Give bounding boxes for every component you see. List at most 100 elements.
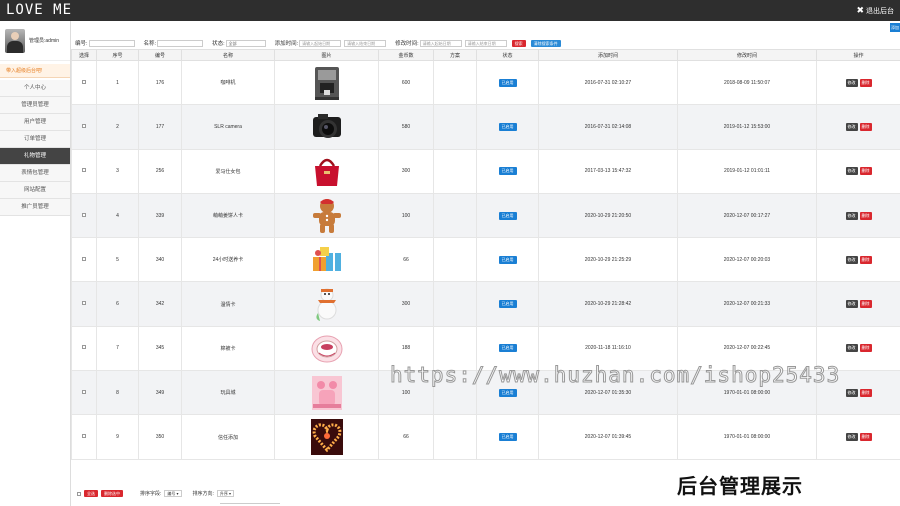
delete-button[interactable]: 删除 — [859, 300, 872, 309]
sidebar-item-promoters[interactable]: 推广员管理 — [0, 199, 70, 216]
name-cell: 玩具城 — [181, 370, 275, 416]
edit-button[interactable]: 修改 — [845, 255, 858, 264]
status-badge[interactable]: 已启用 — [498, 344, 517, 353]
name-cell: 棉被卡 — [181, 325, 275, 372]
reset-filter-button[interactable]: 清除搜索条件 — [530, 39, 561, 47]
status-badge[interactable]: 已启用 — [498, 122, 517, 131]
seq-cell: 7 — [96, 325, 139, 372]
row-select-cell — [71, 237, 97, 283]
sidebar-item-emoji[interactable]: 表情包管理 — [0, 165, 70, 182]
row-checkbox[interactable] — [82, 212, 86, 217]
row-checkbox[interactable] — [82, 389, 86, 394]
gift-image-gingerbread — [310, 197, 344, 235]
sort-direction-select[interactable]: 升序 ▾ — [216, 490, 235, 497]
table-row: 4 339 萌萌姜饼人卡 100 已启用 2020-10-29 21:20:50 2020-… — [71, 192, 900, 239]
select-all-checkbox[interactable] — [77, 491, 81, 496]
sidebar-item-admins[interactable]: 管理员管理 — [0, 97, 70, 114]
sidebar-item-orders[interactable]: 订单管理 — [0, 131, 70, 148]
delete-selected-button[interactable]: 删除选中 — [101, 490, 123, 497]
status-badge[interactable]: 已启用 — [498, 78, 517, 87]
row-checkbox[interactable] — [82, 123, 86, 128]
row-checkbox[interactable] — [82, 345, 86, 350]
plan-cell — [433, 148, 477, 194]
status-badge[interactable]: 已启用 — [498, 167, 517, 176]
picture-cell — [274, 59, 379, 106]
delete-button[interactable]: 删除 — [859, 255, 872, 264]
gift-image-pink-toys — [310, 374, 344, 412]
edit-button[interactable]: 修改 — [845, 433, 858, 442]
status-badge[interactable]: 已启用 — [498, 255, 517, 264]
picture-cell — [274, 281, 379, 327]
id-cell: 350 — [138, 414, 182, 460]
showcase-caption: 后台管理展示 — [677, 476, 803, 498]
actions-cell: 修改 删除 — [816, 237, 900, 283]
delete-button[interactable]: 删除 — [859, 433, 872, 442]
row-checkbox[interactable] — [82, 301, 86, 306]
row-checkbox[interactable] — [82, 256, 86, 261]
sidebar-item-gifts[interactable]: 礼物管理 — [0, 148, 70, 165]
modified-end-input[interactable]: 请输入结束日期 — [464, 39, 507, 47]
added-time-cell: 2020-10-29 21:25:29 — [538, 237, 678, 283]
edit-button[interactable]: 修改 — [845, 300, 858, 309]
select-all-button[interactable]: 全选 — [84, 490, 98, 497]
status-badge[interactable]: 已启用 — [498, 388, 517, 397]
edit-button[interactable]: 修改 — [845, 344, 858, 353]
status-badge[interactable]: 已启用 — [498, 300, 517, 309]
edit-button[interactable]: 修改 — [845, 167, 858, 176]
added-time-cell: 2020-10-29 21:20:50 — [538, 192, 678, 239]
added-time-cell: 2017-03-13 15:47:32 — [538, 148, 678, 194]
name-input[interactable] — [157, 39, 204, 47]
id-cell: 176 — [138, 59, 182, 106]
search-button[interactable]: 搜索 — [511, 39, 526, 47]
delete-button[interactable]: 删除 — [859, 344, 872, 353]
status-select[interactable]: 全部 — [225, 39, 266, 47]
added-time-cell: 2020-11-18 11:16:10 — [538, 325, 678, 372]
status-cell: 已启用 — [476, 59, 539, 106]
plan-cell — [433, 104, 477, 150]
sort-field-select[interactable]: 编号 ▾ — [164, 490, 182, 497]
col-header-coins: 金币数 — [378, 49, 434, 61]
status-badge[interactable]: 已启用 — [498, 433, 517, 442]
actions-cell: 修改 删除 — [816, 192, 900, 239]
actions-cell: 修改 删除 — [816, 148, 900, 194]
delete-button[interactable]: 删除 — [859, 167, 872, 176]
sidebar-item-users[interactable]: 用户管理 — [0, 114, 70, 131]
add-button[interactable]: 添加 — [890, 23, 900, 32]
plan-cell — [433, 59, 477, 106]
sidebar-item-site-config[interactable]: 网站配置 — [0, 182, 70, 199]
added-start-input[interactable]: 请输入起始日期 — [299, 39, 342, 47]
id-cell: 256 — [138, 148, 182, 194]
coins-cell: 300 — [378, 148, 434, 194]
row-select-cell — [71, 59, 97, 106]
edit-button[interactable]: 修改 — [845, 122, 858, 131]
edit-button[interactable]: 修改 — [845, 388, 858, 397]
table-row: 2 177 SLR camera 580 已启用 2016-07-31 02:14:08 2… — [71, 104, 900, 150]
plan-cell — [433, 237, 477, 283]
added-end-input[interactable]: 请输入结束日期 — [344, 39, 387, 47]
delete-button[interactable]: 删除 — [859, 388, 872, 397]
edit-button[interactable]: 修改 — [845, 78, 858, 87]
exit-button[interactable]: ✖ 退出后台 — [856, 5, 894, 16]
status-cell: 已启用 — [476, 281, 539, 327]
sidebar-item-profile[interactable]: 个人中心 — [0, 80, 70, 97]
modified-start-input[interactable]: 请输入起始日期 — [419, 39, 462, 47]
id-input[interactable] — [88, 39, 135, 47]
seq-cell: 3 — [96, 148, 139, 194]
added-time-cell: 2020-12-07 01:35:30 — [538, 370, 678, 416]
plan-cell — [433, 281, 477, 327]
edit-button[interactable]: 修改 — [845, 211, 858, 220]
delete-button[interactable]: 删除 — [859, 78, 872, 87]
modified-time-cell: 2019-01-12 01:01:11 — [677, 148, 817, 194]
top-bar: LOVE ME ✖ 退出后台 — [0, 0, 900, 21]
row-checkbox[interactable] — [82, 168, 86, 173]
seq-cell: 9 — [96, 414, 139, 460]
status-cell: 已启用 — [476, 237, 539, 283]
row-checkbox[interactable] — [82, 434, 86, 439]
status-badge[interactable]: 已启用 — [498, 211, 517, 220]
actions-cell: 修改 删除 — [816, 325, 900, 372]
table-row: 9 350 信任添加 66 已启用 2020-12-07 01:39:45 1970-01-… — [71, 414, 900, 460]
delete-button[interactable]: 删除 — [859, 211, 872, 220]
delete-button[interactable]: 删除 — [859, 122, 872, 131]
row-checkbox[interactable] — [82, 79, 86, 84]
seq-cell: 5 — [96, 237, 139, 283]
